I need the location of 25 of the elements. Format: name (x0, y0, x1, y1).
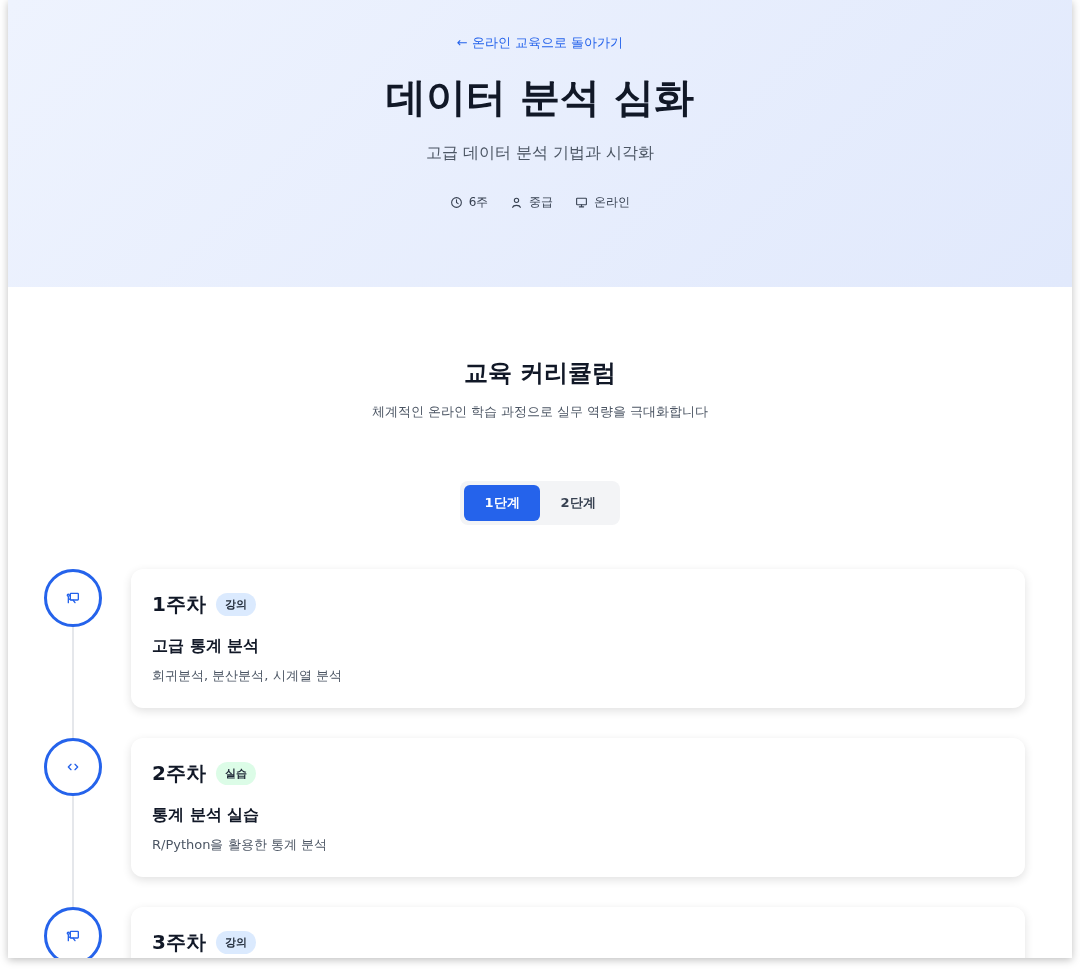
stage-tab[interactable]: 1단계 (464, 485, 540, 521)
week-description: 회귀분석, 분산분석, 시계열 분석 (152, 667, 343, 685)
course-subtitle: 고급 데이터 분석 기법과 시각화 (425, 143, 655, 164)
type-badge: 강의 (215, 931, 256, 954)
week-label: 1주차 (152, 591, 206, 618)
stage-tab[interactable]: 2단계 (540, 485, 616, 521)
section-subtitle: 체계적인 온라인 학습 과정으로 실무 역량을 극대화합니다 (371, 403, 709, 421)
monitor-icon (575, 196, 589, 209)
presenter-icon (65, 928, 81, 944)
type-badge: 실습 (215, 762, 256, 785)
week-title: 고급 통계 분석 (152, 636, 261, 657)
back-link[interactable]: ← 온라인 교육으로 돌아가기 (456, 34, 624, 52)
week-title: 통계 분석 실습 (152, 805, 261, 826)
person-icon (510, 196, 524, 209)
presenter-icon (65, 590, 81, 606)
course-title: 데이터 분석 심화 (386, 73, 694, 122)
section-title: 교육 커리큘럼 (463, 358, 617, 389)
type-badge: 강의 (215, 593, 256, 616)
week-label: 2주차 (152, 760, 206, 787)
week-description: R/Python을 활용한 통계 분석 (152, 836, 328, 854)
week-label: 3주차 (152, 929, 206, 956)
meta-text: 6주 (468, 194, 489, 211)
meta-text: 온라인 (594, 194, 631, 211)
clock-icon (449, 196, 463, 209)
meta-text: 중급 (529, 194, 554, 211)
